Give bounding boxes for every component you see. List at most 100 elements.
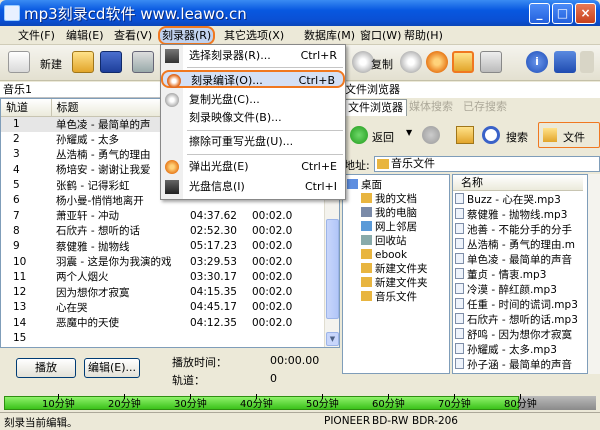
table-row[interactable]: 9 蔡健雅 - 抛物线 05:17.23 00:02.0 xyxy=(1,239,326,254)
open-folder-icon[interactable] xyxy=(72,51,94,73)
menu-burn-compilation[interactable]: 刻录编译(O)... Ctrl+B xyxy=(161,70,345,88)
list-item[interactable]: 任重 - 时间的谎词.mp3 xyxy=(455,298,578,313)
menu-disc-info[interactable]: 光盘信息(I) Ctrl+I xyxy=(161,178,345,196)
menu-view[interactable]: 查看(V) xyxy=(114,28,152,44)
edit-button[interactable]: 编辑(E)... xyxy=(84,358,140,378)
table-row[interactable]: 14 恶魔中的天使 04:12.35 00:02.0 xyxy=(1,315,326,330)
menu-burner[interactable]: 刻录器(R) xyxy=(158,26,216,45)
list-item[interactable]: 董贞 - 情衷.mp3 xyxy=(455,268,546,283)
file-list[interactable]: 名称 Buzz - 心在哭.mp3 蔡健雅 - 抛物线.mp3 池善 - 不能分手的… xyxy=(452,174,588,374)
scroll-thumb[interactable] xyxy=(326,219,339,319)
menu-window[interactable]: 窗口(W) xyxy=(360,28,401,44)
burner-device-icon xyxy=(165,49,179,63)
list-item[interactable]: 丛浩楠 - 勇气的理由.m xyxy=(455,238,575,253)
menu-other-options[interactable]: 其它选项(X) xyxy=(224,28,284,44)
disc-icon[interactable] xyxy=(400,51,422,73)
track-number: 13 xyxy=(13,301,27,314)
search-button-label[interactable]: 搜索 xyxy=(506,129,528,145)
tree-item[interactable]: 网上邻居 xyxy=(361,221,417,234)
info-icon[interactable]: i xyxy=(526,51,548,73)
menu-select-burner[interactable]: 选择刻录器(R)... Ctrl+R xyxy=(161,47,345,65)
column-header-track[interactable]: 轨道 xyxy=(1,99,52,117)
menu-edit[interactable]: 编辑(E) xyxy=(66,28,104,44)
menu-file[interactable]: 文件(F) xyxy=(18,28,55,44)
menu-item-label: 擦除可重写光盘(U)... xyxy=(189,135,294,148)
capacity-tick-label: 40分钟 xyxy=(240,399,273,410)
list-item[interactable]: Buzz - 心在哭.mp3 xyxy=(455,193,561,208)
file-list-scrollbar[interactable] xyxy=(588,174,600,374)
tree-item[interactable]: 我的电脑 xyxy=(361,207,417,220)
tree-item[interactable]: ebook xyxy=(361,249,407,262)
menu-database[interactable]: 数据库(M) xyxy=(304,28,355,44)
file-name: 孙子涵 - 最简单的声音 xyxy=(467,359,572,371)
table-row[interactable]: 10 羽震 - 这是你为我演的戏 03:29.53 00:02.0 xyxy=(1,254,326,269)
folder-icon xyxy=(361,221,372,231)
files-view-button[interactable]: 文件 xyxy=(538,122,600,148)
tree-item[interactable]: 我的文档 xyxy=(361,193,417,206)
toolbar-overflow-icon[interactable] xyxy=(580,51,594,73)
menu-copy-disc[interactable]: 复制光盘(C)... xyxy=(161,91,345,109)
file-list-header-name[interactable]: 名称 xyxy=(453,175,583,191)
menu-help[interactable]: 帮助(H) xyxy=(404,28,443,44)
back-button-label[interactable]: 返回 xyxy=(372,129,394,145)
maximize-button[interactable]: □ xyxy=(552,3,573,24)
file-name: 舒鸣 - 因为想你才寂寞 xyxy=(467,329,572,341)
list-item[interactable]: 舒鸣 - 因为想你才寂寞 xyxy=(455,328,572,343)
table-row[interactable]: 7 萧亚轩 - 冲动 04:37.62 00:02.0 xyxy=(1,208,326,223)
menu-burn-image[interactable]: 刻录映像文件(B)... xyxy=(161,109,345,127)
tree-item[interactable]: 音乐文件 xyxy=(361,291,417,304)
tab-media-search[interactable]: 媒体搜索 xyxy=(406,99,456,116)
list-item[interactable]: 孙子涵 - 最简单的声音 xyxy=(455,358,572,373)
eject-icon[interactable] xyxy=(426,51,448,73)
new-icon[interactable] xyxy=(8,51,30,73)
list-item[interactable]: 冷漠 - 醉红颜.mp3 xyxy=(455,283,557,298)
search-icon[interactable] xyxy=(482,126,500,144)
folder-tree[interactable]: 桌面 我的文档 我的电脑 网上邻居 回收站 ebook 新建文件夹 新建文件夹 音乐文件 xyxy=(342,174,450,374)
forward-icon[interactable] xyxy=(422,126,440,144)
list-item[interactable]: 单色凌 - 最简单的声音 xyxy=(455,253,572,268)
tab-file-browser[interactable]: 文件浏览器 xyxy=(344,99,407,116)
list-item[interactable]: 孙耀威 - 太多.mp3 xyxy=(455,343,557,358)
table-row[interactable]: 13 心在哭 04:45.17 00:02.0 xyxy=(1,300,326,315)
table-row[interactable]: 11 两个人烟火 03:30.17 00:02.0 xyxy=(1,269,326,284)
list-icon[interactable] xyxy=(480,51,502,73)
menu-item-shortcut: Ctrl+B xyxy=(298,74,335,87)
tree-item[interactable]: 新建文件夹 xyxy=(361,277,428,290)
folder-icon[interactable] xyxy=(452,51,474,73)
address-input[interactable]: 音乐文件 xyxy=(374,156,600,172)
copy-button-label[interactable]: 复制 xyxy=(371,56,393,72)
audio-file-icon xyxy=(455,193,464,204)
track-number: 5 xyxy=(13,179,20,192)
table-row[interactable]: 12 因为想你才寂寞 04:15.35 00:02.0 xyxy=(1,284,326,299)
list-item[interactable]: 蔡健雅 - 抛物线.mp3 xyxy=(455,208,567,223)
disc-info-icon xyxy=(165,180,179,194)
menu-erase-disc[interactable]: 擦除可重写光盘(U)... xyxy=(161,133,345,151)
player-controls: 播放 编辑(E)... 播放时间： 00:00.00 轨道： 0 xyxy=(0,348,340,392)
tree-item[interactable]: 桌面 xyxy=(347,179,382,192)
close-button[interactable]: × xyxy=(575,3,596,24)
table-row[interactable]: 8 石欣卉 - 想听的话 02:52.30 00:02.0 xyxy=(1,223,326,238)
scroll-down-icon[interactable]: ▼ xyxy=(326,332,339,346)
tab-saved-search[interactable]: 已存搜索 xyxy=(460,99,510,116)
track-duration xyxy=(185,330,247,345)
table-row[interactable]: 15 xyxy=(1,330,326,345)
save-icon[interactable] xyxy=(100,51,122,73)
menu-eject-disc[interactable]: 弹出光盘(E) Ctrl+E xyxy=(161,158,345,176)
tool-icon[interactable] xyxy=(554,51,576,73)
minimize-button[interactable]: _ xyxy=(529,3,550,24)
tree-item[interactable]: 新建文件夹 xyxy=(361,263,428,276)
back-dropdown-icon[interactable]: ▼ xyxy=(406,128,412,137)
track-extra xyxy=(297,223,326,238)
track-title: 因为想你才寂寞 xyxy=(56,286,130,299)
audio-file-icon xyxy=(455,298,464,309)
list-item[interactable]: 石欣卉 - 想听的话.mp3 xyxy=(455,313,578,328)
new-button-label[interactable]: 新建 xyxy=(40,56,62,72)
play-button[interactable]: 播放 xyxy=(16,358,76,378)
up-folder-icon[interactable] xyxy=(456,126,474,144)
back-icon[interactable] xyxy=(350,126,368,144)
list-item[interactable]: 池善 - 不能分手的分手 xyxy=(455,223,572,238)
tree-item[interactable]: 回收站 xyxy=(361,235,407,248)
window-title: mp3刻录cd软件 www.leawo.cn xyxy=(24,5,247,23)
status-message: 刻录当前编辑。 xyxy=(4,417,78,429)
cut-icon[interactable] xyxy=(132,51,154,73)
